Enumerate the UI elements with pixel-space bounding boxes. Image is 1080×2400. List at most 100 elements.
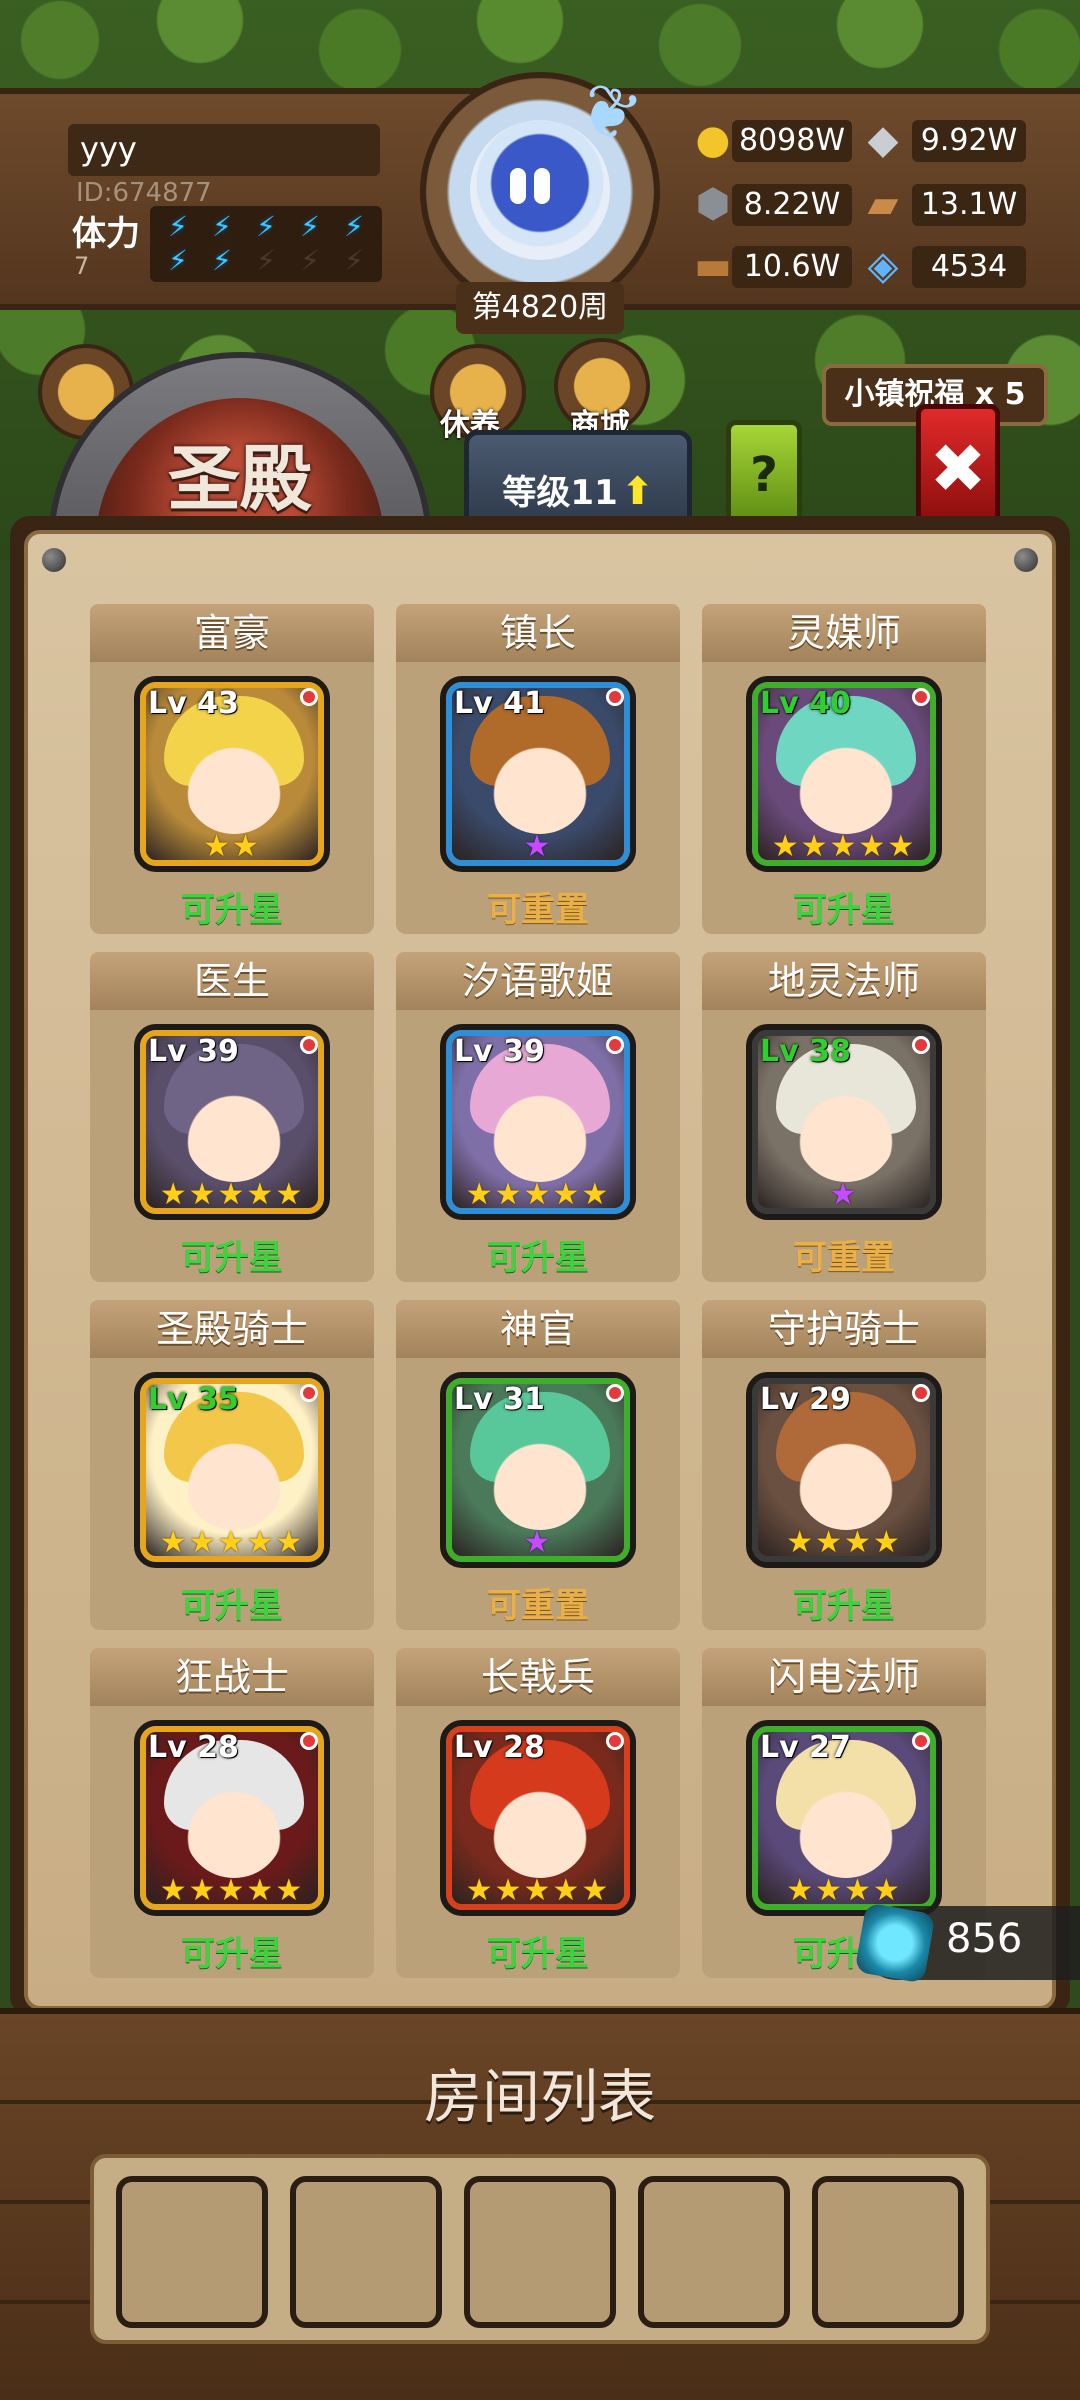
- notification-dot-icon: [300, 1036, 318, 1054]
- star-rating: ★: [829, 1177, 859, 1212]
- stamina-bolt-icon: ⚡: [300, 244, 320, 277]
- hero-card[interactable]: 圣殿骑士 Lv 35 ★★★★★ 可升星: [90, 1300, 374, 1630]
- star-rating: ★: [523, 1525, 553, 1560]
- star-rating: ★: [523, 829, 553, 864]
- hero-portrait[interactable]: Lv 29 ★★★★: [746, 1372, 942, 1568]
- hero-portrait[interactable]: Lv 31 ★: [440, 1372, 636, 1568]
- hero-action-status[interactable]: 可升星: [90, 1578, 374, 1627]
- hero-face: [490, 1082, 590, 1182]
- hero-face: [490, 734, 590, 834]
- stamina-bolt-icon: ⚡: [168, 210, 188, 243]
- avatar-eye-right: [534, 168, 550, 204]
- room-slot-4[interactable]: [638, 2176, 790, 2328]
- rivet: [42, 548, 66, 572]
- notification-dot-icon: [912, 1732, 930, 1750]
- stamina-bolt-icon: ⚡: [256, 210, 276, 243]
- star-rating: ★★: [203, 829, 261, 864]
- help-button[interactable]: ?: [726, 420, 802, 530]
- player-id: ID:674877: [76, 178, 212, 208]
- room-slot-5[interactable]: [812, 2176, 964, 2328]
- star-rating: ★★★★★: [159, 1525, 305, 1560]
- star-rating: ★★★★★: [159, 1873, 305, 1908]
- resource-wood-value: 10.6W: [732, 246, 852, 288]
- hero-level: Lv 39: [454, 1034, 545, 1069]
- notification-dot-icon: [300, 1732, 318, 1750]
- notification-dot-icon: [606, 688, 624, 706]
- resource-iron-value: 9.92W: [912, 120, 1026, 162]
- hero-name: 灵媒师: [702, 604, 986, 662]
- crystal-gem-icon: ◈: [867, 243, 899, 289]
- hero-action-status[interactable]: 可重置: [396, 882, 680, 931]
- hero-action-status[interactable]: 可重置: [702, 1230, 986, 1279]
- hero-card[interactable]: 地灵法师 Lv 38 ★ 可重置: [702, 952, 986, 1282]
- cloth-icon: ▰: [867, 181, 899, 227]
- notification-dot-icon: [606, 1384, 624, 1402]
- close-button[interactable]: ✖: [916, 404, 1000, 530]
- hero-level: Lv 38: [760, 1034, 851, 1069]
- resource-gold-value: 8098W: [732, 120, 852, 162]
- room-list-title: 房间列表: [423, 2063, 656, 2131]
- hero-action-status[interactable]: 可升星: [90, 882, 374, 931]
- hero-level: Lv 40: [760, 686, 851, 721]
- hero-name: 狂战士: [90, 1648, 374, 1706]
- notification-dot-icon: [912, 1384, 930, 1402]
- hero-action-status[interactable]: 可升星: [90, 1926, 374, 1975]
- stamina-bolt-icon: ⚡: [256, 244, 276, 277]
- gem-counter[interactable]: 856: [854, 1902, 1080, 1984]
- gem-counter-value: 856: [946, 1916, 1023, 1962]
- hero-card[interactable]: 狂战士 Lv 28 ★★★★★ 可升星: [90, 1648, 374, 1978]
- hero-card[interactable]: 灵媒师 Lv 40 ★★★★★ 可升星: [702, 604, 986, 934]
- hero-card[interactable]: 镇长 Lv 41 ★ 可重置: [396, 604, 680, 934]
- star-rating: ★★★★: [786, 1873, 902, 1908]
- hero-name: 长戟兵: [396, 1648, 680, 1706]
- hero-face: [796, 1778, 896, 1878]
- rivet: [1014, 548, 1038, 572]
- hero-portrait[interactable]: Lv 35 ★★★★★: [134, 1372, 330, 1568]
- hero-name: 地灵法师: [702, 952, 986, 1010]
- stamina-bolt-icon: ⚡: [344, 244, 364, 277]
- level-tab[interactable]: 等级11 ⬆: [464, 430, 692, 530]
- hero-action-status[interactable]: 可升星: [90, 1230, 374, 1279]
- hero-name: 守护骑士: [702, 1300, 986, 1358]
- hero-face: [184, 1082, 284, 1182]
- hero-card[interactable]: 长戟兵 Lv 28 ★★★★★ 可升星: [396, 1648, 680, 1978]
- hero-action-status[interactable]: 可升星: [396, 1230, 680, 1279]
- hero-action-status[interactable]: 可重置: [396, 1578, 680, 1627]
- notification-dot-icon: [606, 1732, 624, 1750]
- hero-card[interactable]: 富豪 Lv 43 ★★ 可升星: [90, 604, 374, 934]
- hero-level: Lv 28: [148, 1730, 239, 1765]
- room-slot-3[interactable]: [464, 2176, 616, 2328]
- hero-name: 闪电法师: [702, 1648, 986, 1706]
- hero-portrait[interactable]: Lv 43 ★★: [134, 676, 330, 872]
- stamina-bolt-icon: ⚡: [344, 210, 364, 243]
- hero-portrait[interactable]: Lv 28 ★★★★★: [134, 1720, 330, 1916]
- hero-name: 神官: [396, 1300, 680, 1358]
- star-rating: ★★★★★: [159, 1177, 305, 1212]
- hero-card[interactable]: 汐语歌姬 Lv 39 ★★★★★ 可升星: [396, 952, 680, 1282]
- hero-portrait[interactable]: Lv 41 ★: [440, 676, 636, 872]
- hero-card[interactable]: 神官 Lv 31 ★ 可重置: [396, 1300, 680, 1630]
- hero-level: Lv 43: [148, 686, 239, 721]
- hero-face: [184, 734, 284, 834]
- room-slot-1[interactable]: [116, 2176, 268, 2328]
- room-slot-2[interactable]: [290, 2176, 442, 2328]
- hero-card[interactable]: 医生 Lv 39 ★★★★★ 可升星: [90, 952, 374, 1282]
- hero-level: Lv 31: [454, 1382, 545, 1417]
- level-label: 等级11: [502, 473, 618, 513]
- hero-portrait[interactable]: Lv 38 ★: [746, 1024, 942, 1220]
- hero-portrait[interactable]: Lv 40 ★★★★★: [746, 676, 942, 872]
- hero-portrait[interactable]: Lv 28 ★★★★★: [440, 1720, 636, 1916]
- hero-action-status[interactable]: 可升星: [702, 882, 986, 931]
- hero-card[interactable]: 守护骑士 Lv 29 ★★★★ 可升星: [702, 1300, 986, 1630]
- hero-portrait[interactable]: Lv 27 ★★★★: [746, 1720, 942, 1916]
- notification-dot-icon: [606, 1036, 624, 1054]
- stamina-meter: ⚡ ⚡ ⚡ ⚡ ⚡ ⚡ ⚡ ⚡ ⚡ ⚡: [150, 206, 382, 282]
- hero-level: Lv 29: [760, 1382, 851, 1417]
- hero-action-status[interactable]: 可升星: [396, 1926, 680, 1975]
- stamina-bolt-icon: ⚡: [168, 244, 188, 277]
- hero-face: [490, 1430, 590, 1530]
- hero-portrait[interactable]: Lv 39 ★★★★★: [440, 1024, 636, 1220]
- hero-action-status[interactable]: 可升星: [702, 1578, 986, 1627]
- hero-face: [184, 1430, 284, 1530]
- hero-portrait[interactable]: Lv 39 ★★★★★: [134, 1024, 330, 1220]
